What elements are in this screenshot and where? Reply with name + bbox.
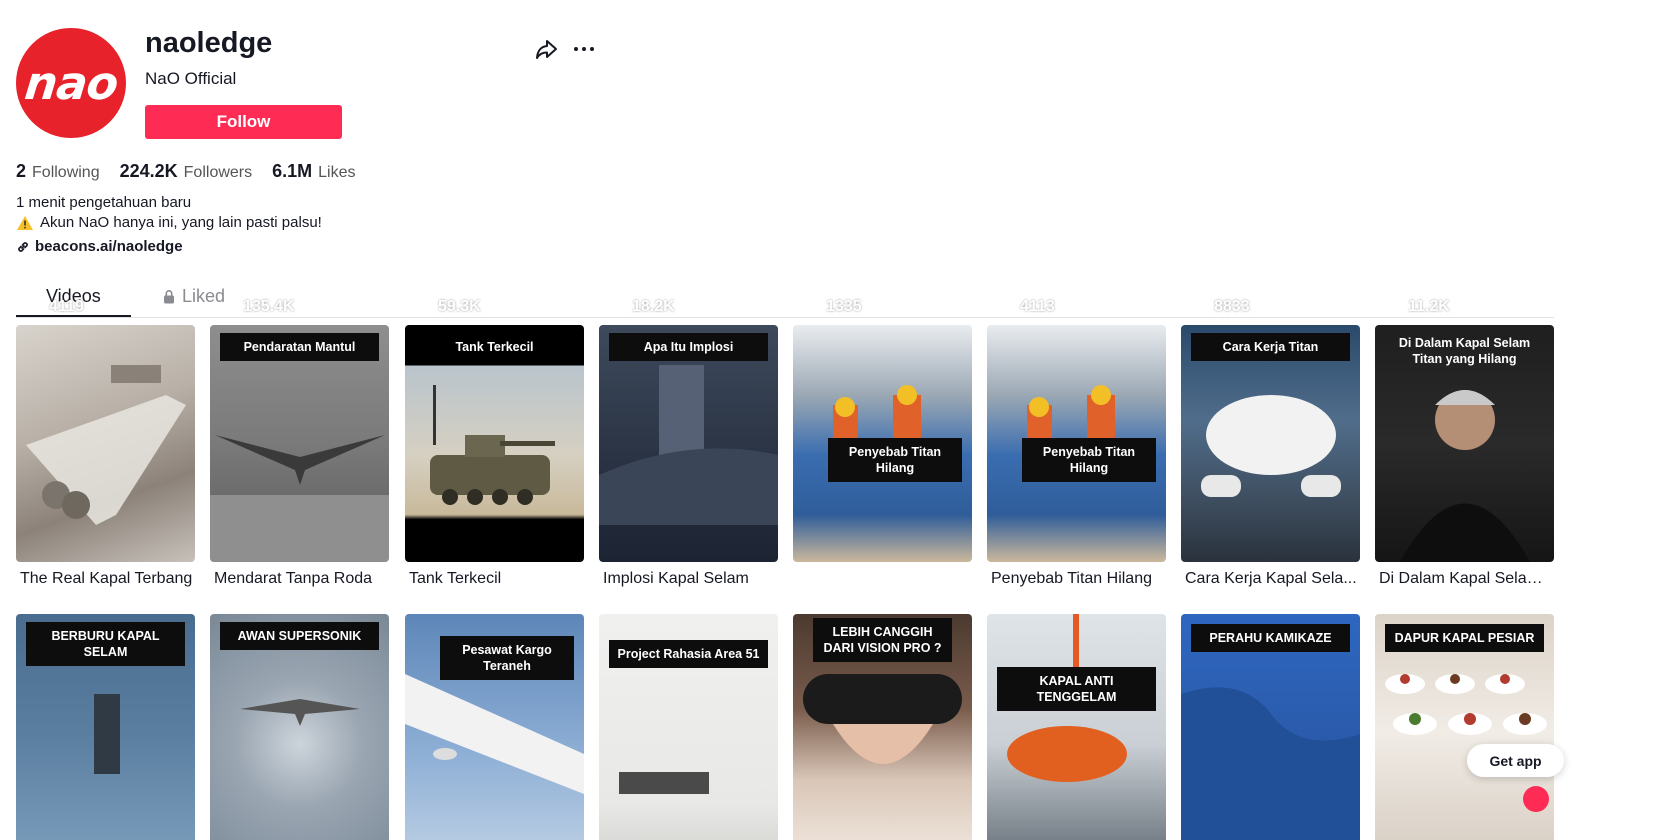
video-thumbnail[interactable]: Tank Terkecil (405, 325, 584, 562)
video-caption[interactable]: Penyebab Titan Hilang (991, 570, 1166, 588)
lock-icon (164, 290, 174, 304)
video-thumbnail[interactable]: Penyebab Titan Hilang (793, 325, 972, 562)
tab-liked[interactable]: Liked (162, 286, 225, 307)
play-icon (1392, 300, 1404, 314)
video-overlay-title: Apa Itu Implosi (609, 333, 768, 361)
video-overlay-title: Penyebab Titan Hilang (1022, 438, 1156, 482)
view-count: 18.2K (615, 298, 675, 316)
get-app-button[interactable]: Get app (1467, 744, 1564, 777)
video-overlay-title: PERAHU KAMIKAZE (1191, 624, 1350, 652)
view-count: 8833 (1197, 298, 1250, 316)
video-overlay-title: AWAN SUPERSONIK (220, 622, 379, 650)
video-thumbnail[interactable]: Pesawat Kargo Teraneh (405, 614, 584, 840)
more-icon[interactable] (571, 36, 597, 62)
warning-icon (17, 216, 33, 230)
stat-following[interactable]: 2 Following (16, 161, 100, 182)
profile-stats: 2 Following 224.2K Followers 6.1M Likes (16, 161, 356, 182)
view-count: 11.2K (1391, 298, 1450, 316)
play-icon (1198, 300, 1210, 314)
video-overlay-title: Project Rahasia Area 51 (609, 640, 768, 668)
video-caption[interactable]: Implosi Kapal Selam (603, 570, 778, 588)
play-icon (1004, 300, 1016, 314)
avatar-logo: nao (21, 56, 121, 110)
video-overlay-title: Di Dalam Kapal Selam Titan yang Hilang (1398, 336, 1531, 366)
video-thumbnail[interactable]: KAPAL ANTI TENGGELAM (987, 614, 1166, 840)
video-thumbnail[interactable]: Pendaratan Mantul (210, 325, 389, 562)
video-thumbnail[interactable]: Apa Itu Implosi (599, 325, 778, 562)
video-caption[interactable]: Cara Kerja Kapal Sela... (1185, 570, 1360, 588)
follow-button[interactable]: Follow (145, 105, 342, 139)
video-caption[interactable]: The Real Kapal Terbang (20, 570, 195, 588)
lifeboat-image (1007, 614, 1127, 782)
view-count: 4113 (1003, 298, 1055, 316)
video-thumbnail[interactable]: PERAHU KAMIKAZE (1181, 614, 1360, 840)
play-icon (227, 300, 239, 314)
bio-link-text[interactable]: beacons.ai/naoledge (35, 238, 183, 255)
play-icon (810, 300, 822, 314)
video-overlay-title: Pendaratan Mantul (220, 333, 379, 361)
stat-likes: 6.1M Likes (272, 161, 356, 181)
video-overlay-title: Cara Kerja Titan (1191, 333, 1350, 361)
video-thumbnail[interactable] (16, 325, 195, 562)
video-caption[interactable]: Tank Terkecil (409, 570, 584, 588)
video-overlay-title: DAPUR KAPAL PESIAR (1385, 624, 1544, 652)
play-icon (33, 300, 45, 314)
view-count: 135.4K (226, 298, 295, 316)
link-icon (18, 241, 28, 252)
video-thumbnail[interactable]: Cara Kerja Titan (1181, 325, 1360, 562)
profile-nickname: NaO Official (145, 69, 237, 88)
video-overlay-title: Penyebab Titan Hilang (828, 438, 962, 482)
video-overlay-title: LEBIH CANGGIH DARI VISION PRO ? (813, 618, 952, 662)
view-count: 1335 (809, 298, 862, 316)
share-icon[interactable] (533, 36, 559, 62)
video-overlay-title: BERBURU KAPAL SELAM (26, 622, 185, 666)
view-count: 4119 (32, 298, 84, 316)
profile-username: naoledge (145, 27, 273, 59)
video-thumbnail[interactable]: AWAN SUPERSONIK (210, 614, 389, 840)
view-count: 59.3K (421, 298, 481, 316)
seaplane-image (26, 365, 186, 525)
video-thumbnail[interactable]: Di Dalam Kapal Selam Titan yang Hilang (1375, 325, 1554, 562)
play-icon (422, 300, 434, 314)
bio-line-2: Akun NaO hanya ini, yang lain pasti pals… (40, 214, 322, 231)
tab-liked-label[interactable]: Liked (182, 286, 225, 307)
stat-followers[interactable]: 224.2K Followers (120, 161, 253, 182)
bio-link[interactable]: beacons.ai/naoledge (16, 238, 183, 255)
scroll-to-top-button[interactable] (1523, 786, 1549, 812)
play-icon (616, 300, 628, 314)
video-overlay-title: Pesawat Kargo Teraneh (440, 636, 574, 680)
avatar[interactable]: nao (16, 28, 126, 138)
video-thumbnail[interactable]: BERBURU KAPAL SELAM (16, 614, 195, 840)
video-overlay-title: KAPAL ANTI TENGGELAM (997, 667, 1156, 711)
video-caption[interactable]: Mendarat Tanpa Roda (214, 570, 389, 588)
video-caption[interactable]: Di Dalam Kapal Selam ... (1379, 570, 1554, 588)
video-overlay-title: Tank Terkecil (455, 340, 534, 354)
video-thumbnail[interactable]: Penyebab Titan Hilang (987, 325, 1166, 562)
video-thumbnail[interactable]: Project Rahasia Area 51 (599, 614, 778, 840)
video-thumbnail[interactable]: LEBIH CANGGIH DARI VISION PRO ? (793, 614, 972, 840)
profile-bio: 1 menit pengetahuan baru Akun NaO hanya … (16, 193, 322, 233)
bio-line-1: 1 menit pengetahuan baru (16, 194, 192, 211)
